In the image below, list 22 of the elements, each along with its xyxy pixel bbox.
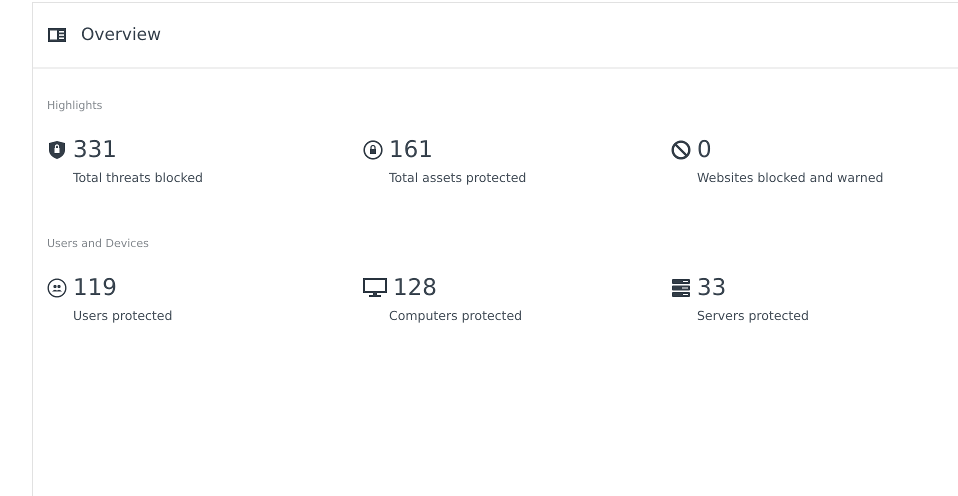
stat-label: Computers protected (389, 308, 524, 323)
section-title: Users and Devices (47, 237, 150, 250)
stat-label: Servers protected (697, 308, 810, 323)
stat-value: 128 (393, 274, 437, 302)
stat-label: Users protected (73, 308, 174, 323)
stat-value: 0 (697, 136, 712, 164)
stat-value: 161 (389, 136, 433, 164)
server-icon (671, 278, 691, 298)
stat-value: 119 (73, 274, 117, 302)
section-title: Highlights (47, 99, 104, 112)
stat-label: Total assets protected (389, 170, 528, 185)
stat-label: Websites blocked and warned (697, 170, 884, 185)
panel-title: Overview (81, 25, 162, 45)
block-icon (671, 140, 691, 160)
lock-icon (363, 140, 383, 160)
panel-icon (47, 25, 67, 45)
users-icon (47, 278, 67, 298)
stat-label: Total threats blocked (73, 170, 204, 185)
monitor-icon (363, 278, 387, 298)
stat-value: 331 (73, 136, 117, 164)
shield-lock-icon (47, 140, 67, 160)
stat-value: 33 (697, 274, 726, 302)
